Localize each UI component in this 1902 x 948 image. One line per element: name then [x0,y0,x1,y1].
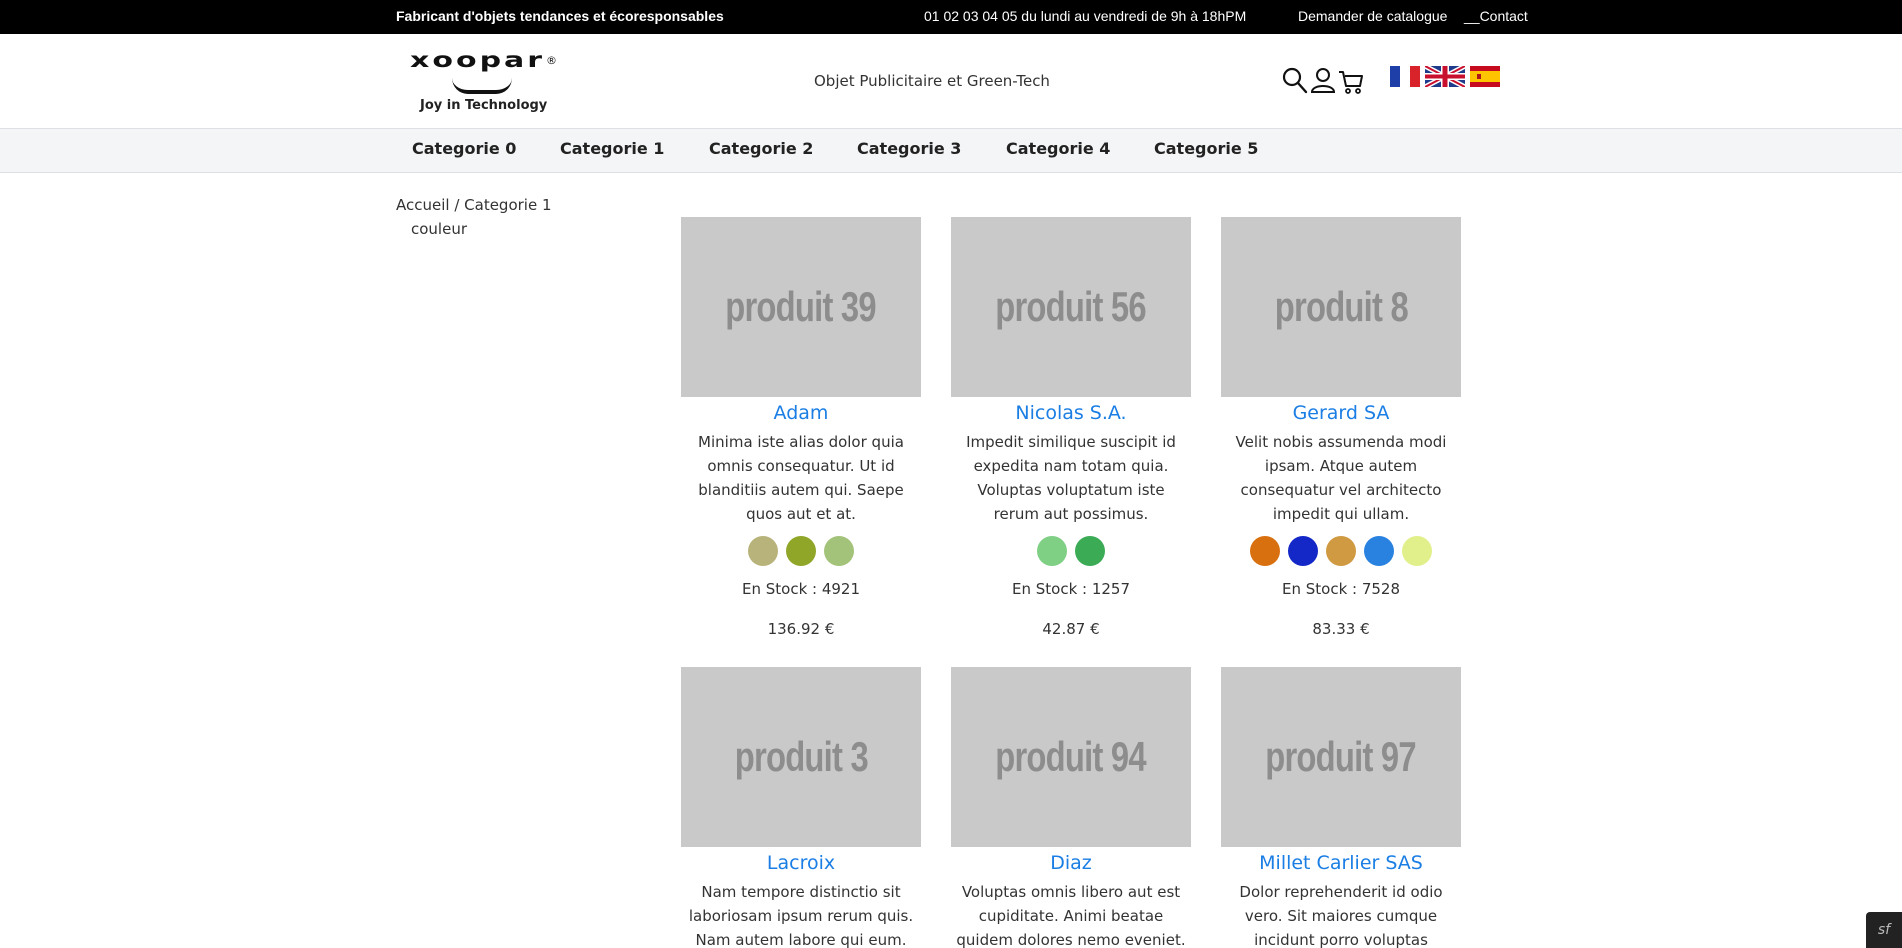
product-price: 83.33 € [1312,620,1370,638]
color-swatches [681,536,921,566]
color-swatch[interactable] [1288,536,1318,566]
product-name-link[interactable]: Millet Carlier SAS [1221,849,1461,877]
user-icon[interactable] [1310,66,1336,96]
color-swatch[interactable] [1402,536,1432,566]
contact-link[interactable]: __Contact [1464,8,1528,24]
nav-item-categorie-0[interactable]: Categorie 0 [412,139,516,158]
nav-item-categorie-1[interactable]: Categorie 1 [560,139,664,158]
color-swatch[interactable] [748,536,778,566]
color-swatch[interactable] [786,536,816,566]
product-image[interactable]: produit 3 [681,667,921,847]
product-description: Nam tempore distinctio sit laboriosam ip… [688,883,914,948]
product-card[interactable]: produit 3 Lacroix Nam tempore distinctio s… [681,667,921,948]
color-swatch[interactable] [1364,536,1394,566]
color-swatch[interactable] [1037,536,1067,566]
nav-item-categorie-4[interactable]: Categorie 4 [1006,139,1110,158]
category-nav: Categorie 0 Categorie 1 Categorie 2 Cate… [0,128,1902,173]
product-card[interactable]: produit 94 Diaz Voluptas omnis libero aut … [951,667,1191,948]
product-image-placeholder-text: produit 94 [995,733,1147,780]
color-swatch[interactable] [1075,536,1105,566]
cart-icon[interactable] [1338,66,1364,96]
search-icon[interactable] [1282,66,1308,96]
product-price: 136.92 € [767,620,835,638]
product-description: Voluptas omnis libero aut est cupiditate… [956,883,1186,948]
symfony-debug-toolbar-icon[interactable]: sf [1866,912,1902,948]
product-image[interactable]: produit 39 [681,217,921,397]
product-image[interactable]: produit 97 [1221,667,1461,847]
color-swatch[interactable] [824,536,854,566]
product-image[interactable]: produit 94 [951,667,1191,847]
stock-count: En Stock : 4921 [741,580,861,598]
topbar-phone-hours: 01 02 03 04 05 du lundi au vendredi de 9… [924,8,1247,24]
product-description: Velit nobis assumenda modi ipsam. Atque … [1235,433,1447,523]
color-swatches [1221,536,1461,566]
product-image-placeholder-text: produit 3 [734,733,868,780]
product-image[interactable]: produit 8 [1221,217,1461,397]
top-bar: Fabricant d'objets tendances et écorespo… [0,0,1902,34]
product-name-link[interactable]: Lacroix [681,849,921,877]
flag-es-icon[interactable] [1470,66,1500,87]
product-name-link[interactable]: Nicolas S.A. [951,399,1191,427]
logo-tagline: Joy in Technology [420,98,548,113]
request-catalogue-link[interactable]: Demander de catalogue [1298,8,1447,24]
product-name-link[interactable]: Adam [681,399,921,427]
product-price: 42.87 € [1042,620,1100,638]
stock-count: En Stock : 7528 [1281,580,1401,598]
product-image-placeholder-text: produit 56 [995,283,1147,330]
logo-registered-mark: ® [546,54,557,67]
product-name-link[interactable]: Gerard SA [1221,399,1461,427]
product-description: Minima iste alias dolor quia omnis conse… [698,433,904,523]
product-image-placeholder-text: produit 97 [1265,733,1417,780]
flag-fr-icon[interactable] [1390,66,1420,87]
nav-item-categorie-2[interactable]: Categorie 2 [709,139,813,158]
stock-count: En Stock : 1257 [1011,580,1131,598]
nav-item-categorie-3[interactable]: Categorie 3 [857,139,961,158]
product-image-placeholder-text: produit 39 [725,283,877,330]
product-description: Dolor reprehenderit id odio vero. Sit ma… [1239,883,1443,948]
logo[interactable]: xoopar ® Joy in Technology [410,48,558,118]
color-swatch[interactable] [1250,536,1280,566]
site-header: xoopar ® Joy in Technology Objet Publici… [0,34,1902,128]
header-tagline: Objet Publicitaire et Green-Tech [814,72,1050,90]
product-image-placeholder-text: produit 8 [1274,283,1408,330]
product-card[interactable]: produit 56 Nicolas S.A. Impedit similique … [951,217,1191,639]
product-card[interactable]: produit 39 Adam Minima iste alias dolor qu… [681,217,921,639]
product-card[interactable]: produit 97 Millet Carlier SAS Dolor repreh… [1221,667,1461,948]
color-filter-label[interactable]: couleur [411,220,467,238]
color-swatch[interactable] [1326,536,1356,566]
color-swatches [951,536,1191,566]
flag-uk-icon[interactable] [1423,63,1467,90]
product-image[interactable]: produit 56 [951,217,1191,397]
product-description: Impedit similique suscipit id expedita n… [966,433,1176,523]
nav-item-categorie-5[interactable]: Categorie 5 [1154,139,1258,158]
topbar-slogan: Fabricant d'objets tendances et écorespo… [396,8,724,24]
product-name-link[interactable]: Diaz [951,849,1191,877]
breadcrumb[interactable]: Accueil / Categorie 1 [396,196,552,214]
product-card[interactable]: produit 8 Gerard SA Velit nobis assumenda … [1221,217,1461,639]
logo-smile-mark [452,78,512,94]
logo-wordmark: xoopar [410,48,546,73]
